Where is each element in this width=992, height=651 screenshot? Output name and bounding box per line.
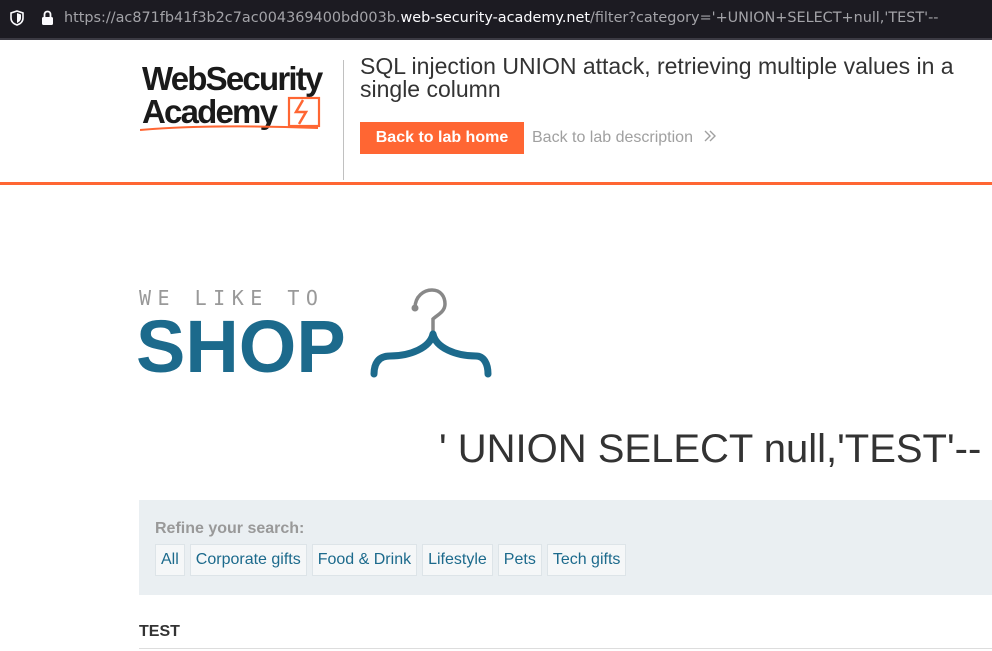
header-divider (343, 60, 344, 180)
lock-icon[interactable] (41, 10, 54, 31)
logo-line-1: WebSecurity (142, 60, 324, 97)
logo-line-2: Academy (142, 93, 279, 130)
url-host: web-security-academy.net (400, 10, 591, 26)
back-to-lab-description-label: Back to lab description (532, 129, 693, 146)
filter-lifestyle[interactable]: Lifestyle (422, 544, 493, 576)
category-filter-list: All Corporate gifts Food & Drink Lifesty… (155, 544, 627, 576)
lab-header: WebSecurity Academy SQL injection UNION … (0, 40, 992, 182)
refine-search-label: Refine your search: (155, 520, 305, 537)
browser-url-bar[interactable]: https://ac871fb41f3b2c7ac004369400bd003b… (0, 0, 992, 39)
back-to-lab-description-link[interactable]: Back to lab description (532, 129, 717, 147)
result-divider (139, 648, 992, 649)
tracking-protection-icon[interactable] (10, 10, 24, 31)
filter-pets[interactable]: Pets (497, 544, 542, 576)
shop-name: SHOP (136, 305, 346, 388)
double-chevron-right-icon (699, 129, 717, 146)
url-path: /filter?category='+UNION+SELECT+null,'TE… (590, 10, 939, 26)
filter-tech-gifts[interactable]: Tech gifts (546, 544, 627, 576)
lab-title: SQL injection UNION attack, retrieving m… (360, 53, 954, 102)
url-text[interactable]: https://ac871fb41f3b2c7ac004369400bd003b… (64, 10, 939, 26)
url-prefix: https://ac871fb41f3b2c7ac004369400bd003b… (64, 10, 401, 26)
header-accent-rule (0, 182, 992, 185)
web-security-academy-logo[interactable]: WebSecurity Academy (140, 60, 345, 134)
result-item-name: TEST (139, 623, 180, 640)
filter-all[interactable]: All (155, 544, 185, 576)
back-to-lab-home-button[interactable]: Back to lab home (360, 122, 524, 154)
filter-corporate-gifts[interactable]: Corporate gifts (189, 544, 307, 576)
coat-hanger-icon (370, 288, 492, 378)
filter-food-and-drink[interactable]: Food & Drink (311, 544, 418, 576)
filter-panel: Refine your search: All Corporate gifts … (139, 500, 992, 595)
search-term-heading: ' UNION SELECT null,'TEST'-- (439, 427, 982, 471)
